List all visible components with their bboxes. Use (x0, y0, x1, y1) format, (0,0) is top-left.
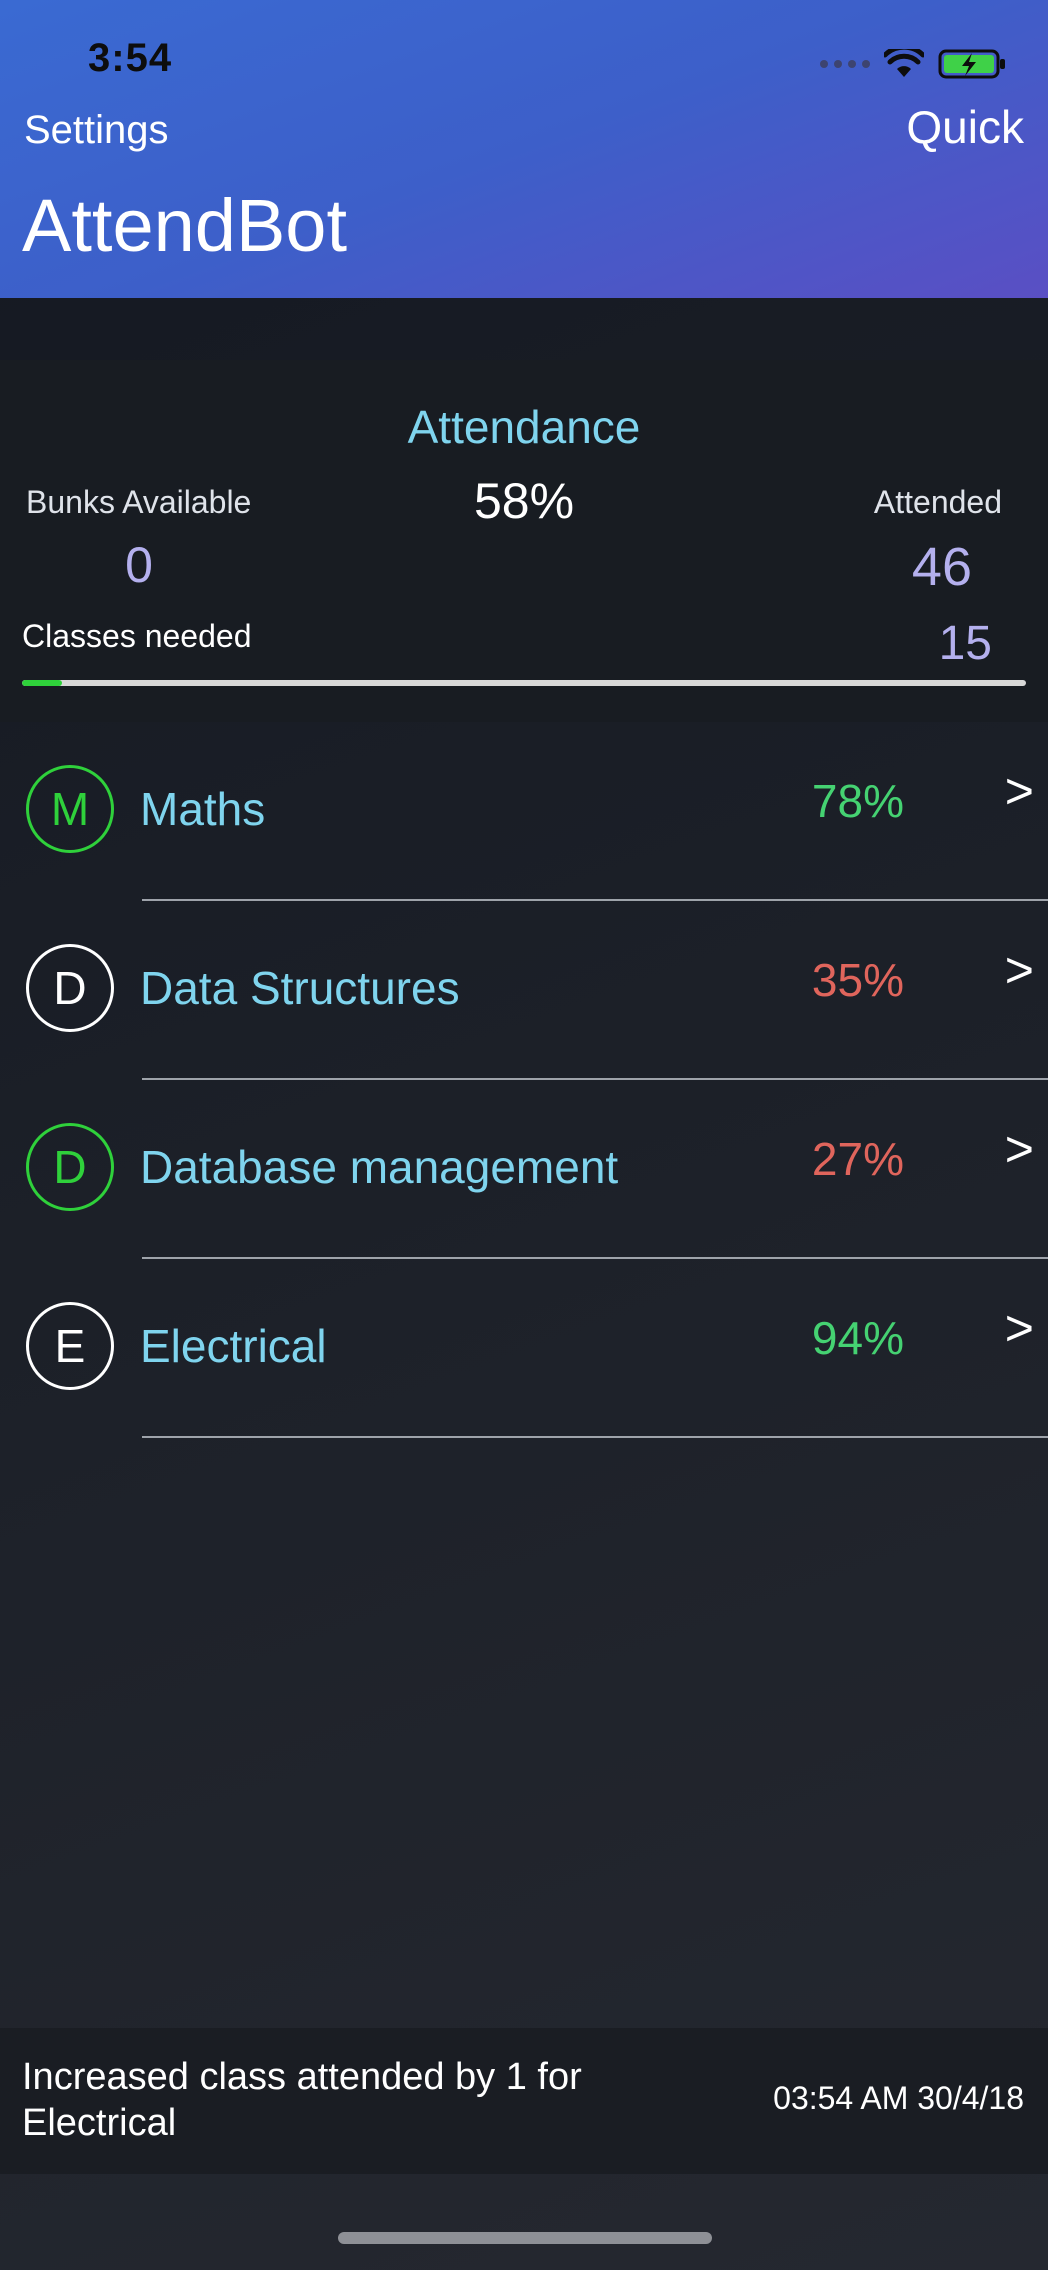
attended-value: 46 (911, 537, 972, 597)
page-title: AttendBot (22, 184, 348, 267)
subject-row-database-management[interactable]: D Database management 27% > (0, 1080, 1048, 1259)
progress-fill (22, 680, 63, 686)
subject-list: M Maths 78% > D Data Structures 35% > D … (0, 722, 1048, 1438)
toast-timestamp: 03:54 AM 30/4/18 (773, 2080, 1024, 2116)
chevron-right-icon: > (1004, 942, 1034, 998)
subject-name: Maths (140, 783, 266, 835)
classes-needed-label: Classes needed (22, 618, 252, 654)
cellular-signal-icon (820, 60, 870, 68)
chevron-right-icon: > (1004, 763, 1034, 819)
wifi-icon (884, 49, 924, 77)
chevron-right-icon: > (1004, 1121, 1034, 1177)
subject-name: Data Structures (140, 962, 460, 1014)
status-icons (820, 46, 1008, 82)
status-toast: Increased class attended by 1 for Electr… (0, 2028, 1048, 2174)
subject-percentage: 94% (811, 1312, 904, 1364)
subject-percentage: 78% (811, 775, 904, 827)
header: 3:54 Settings Quick AttendBot (0, 0, 1048, 298)
subject-initial-badge: E (26, 1302, 114, 1390)
row-divider (142, 1436, 1048, 1438)
bunks-available-label: Bunks Available (26, 484, 252, 520)
subject-name: Electrical (140, 1320, 327, 1372)
subject-initial-badge: D (26, 944, 114, 1032)
attended-label: Attended (873, 484, 1002, 520)
app-screen: 3:54 Settings Quick AttendBot Attendance… (0, 0, 1048, 2270)
settings-button[interactable]: Settings (24, 108, 169, 153)
subject-percentage: 27% (811, 1133, 904, 1185)
subject-initial-badge: D (26, 1123, 114, 1211)
home-indicator[interactable] (338, 2232, 712, 2244)
subject-row-data-structures[interactable]: D Data Structures 35% > (0, 901, 1048, 1080)
subject-percentage: 35% (811, 954, 904, 1006)
classes-needed-value: 15 (938, 617, 992, 670)
subject-name: Database management (140, 1141, 619, 1193)
subject-row-maths[interactable]: M Maths 78% > (0, 722, 1048, 901)
subject-initial-badge: M (26, 765, 114, 853)
bunks-available-value: 0 (125, 537, 153, 593)
toast-message: Increased class attended by 1 for Electr… (22, 2056, 582, 2144)
status-time: 3:54 (88, 36, 173, 80)
chevron-right-icon: > (1004, 1300, 1034, 1356)
summary-title: Attendance (407, 401, 641, 453)
quick-button[interactable]: Quick (906, 100, 1024, 154)
attendance-progress-bar (22, 680, 1026, 686)
attendance-summary: Attendance 58% Bunks Available 0 Attende… (0, 360, 1048, 722)
subject-row-electrical[interactable]: E Electrical 94% > (0, 1259, 1048, 1438)
battery-charging-icon (938, 49, 1005, 79)
